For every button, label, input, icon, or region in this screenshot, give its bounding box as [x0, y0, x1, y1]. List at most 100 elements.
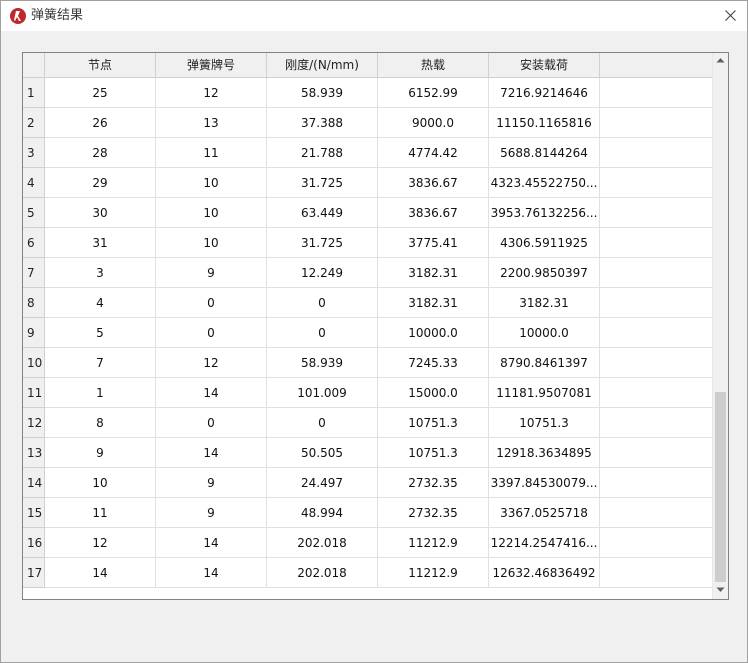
scroll-down-button[interactable]	[713, 583, 728, 598]
cell-stiffness[interactable]: 37.388	[267, 108, 378, 138]
cell-hot-load[interactable]: 3836.67	[378, 198, 489, 228]
row-header[interactable]: 12	[23, 408, 45, 438]
cell-install-load[interactable]: 12918.3634895	[489, 438, 600, 468]
cell-spring-grade[interactable]: 9	[156, 498, 267, 528]
cell-spring-grade[interactable]: 10	[156, 198, 267, 228]
row-header[interactable]: 8	[23, 288, 45, 318]
cell-node[interactable]: 9	[45, 438, 156, 468]
cell-stiffness[interactable]: 63.449	[267, 198, 378, 228]
cell-node[interactable]: 11	[45, 498, 156, 528]
cell-stiffness[interactable]: 202.018	[267, 558, 378, 588]
cell-spring-grade[interactable]: 0	[156, 408, 267, 438]
cell-spring-grade[interactable]: 10	[156, 168, 267, 198]
cell-node[interactable]: 12	[45, 528, 156, 558]
table-corner[interactable]	[23, 53, 45, 78]
cell-node[interactable]: 7	[45, 348, 156, 378]
cell-node[interactable]: 31	[45, 228, 156, 258]
cell-node[interactable]: 28	[45, 138, 156, 168]
table-row[interactable]: 1 25 12 58.939 6152.99 7216.9214646	[23, 78, 712, 108]
cell-spring-grade[interactable]: 12	[156, 348, 267, 378]
cell-stiffness[interactable]: 0	[267, 288, 378, 318]
row-header[interactable]: 15	[23, 498, 45, 528]
cell-spring-grade[interactable]: 9	[156, 258, 267, 288]
cell-hot-load[interactable]: 7245.33	[378, 348, 489, 378]
table-row[interactable]: 9 5 0 0 10000.0 10000.0	[23, 318, 712, 348]
cell-stiffness[interactable]: 0	[267, 318, 378, 348]
cell-stiffness[interactable]: 31.725	[267, 228, 378, 258]
cell-hot-load[interactable]: 9000.0	[378, 108, 489, 138]
cell-stiffness[interactable]: 24.497	[267, 468, 378, 498]
cell-spring-grade[interactable]: 14	[156, 528, 267, 558]
vertical-scrollbar[interactable]	[712, 53, 728, 599]
row-header[interactable]: 4	[23, 168, 45, 198]
cell-stiffness[interactable]: 58.939	[267, 78, 378, 108]
cell-install-load[interactable]: 10751.3	[489, 408, 600, 438]
cell-install-load[interactable]: 12632.46836492	[489, 558, 600, 588]
cell-stiffness[interactable]: 58.939	[267, 348, 378, 378]
cell-hot-load[interactable]: 6152.99	[378, 78, 489, 108]
cell-node[interactable]: 8	[45, 408, 156, 438]
scrollbar-track-region[interactable]	[715, 68, 726, 392]
cell-install-load[interactable]: 5688.8144264	[489, 138, 600, 168]
table-row[interactable]: 13 9 14 50.505 10751.3 12918.3634895	[23, 438, 712, 468]
cell-node[interactable]: 10	[45, 468, 156, 498]
table-row[interactable]: 8 4 0 0 3182.31 3182.31	[23, 288, 712, 318]
row-header[interactable]: 9	[23, 318, 45, 348]
table-row[interactable]: 16 12 14 202.018 11212.9 12214.2547416...	[23, 528, 712, 558]
cell-spring-grade[interactable]: 12	[156, 78, 267, 108]
row-header[interactable]: 1	[23, 78, 45, 108]
cell-install-load[interactable]: 3953.76132256...	[489, 198, 600, 228]
table-row[interactable]: 4 29 10 31.725 3836.67 4323.45522750...	[23, 168, 712, 198]
cell-hot-load[interactable]: 2732.35	[378, 498, 489, 528]
cell-stiffness[interactable]: 48.994	[267, 498, 378, 528]
column-header-node[interactable]: 节点	[45, 53, 156, 78]
cell-node[interactable]: 4	[45, 288, 156, 318]
table-row[interactable]: 14 10 9 24.497 2732.35 3397.84530079...	[23, 468, 712, 498]
cell-hot-load[interactable]: 10751.3	[378, 408, 489, 438]
cell-install-load[interactable]: 10000.0	[489, 318, 600, 348]
cell-install-load[interactable]: 8790.8461397	[489, 348, 600, 378]
cell-install-load[interactable]: 12214.2547416...	[489, 528, 600, 558]
cell-node[interactable]: 29	[45, 168, 156, 198]
scrollbar-thumb[interactable]	[715, 392, 726, 582]
cell-hot-load[interactable]: 10000.0	[378, 318, 489, 348]
row-header[interactable]: 2	[23, 108, 45, 138]
table-row[interactable]: 12 8 0 0 10751.3 10751.3	[23, 408, 712, 438]
table-row[interactable]: 7 3 9 12.249 3182.31 2200.9850397	[23, 258, 712, 288]
cell-install-load[interactable]: 4306.5911925	[489, 228, 600, 258]
row-header[interactable]: 7	[23, 258, 45, 288]
row-header[interactable]: 17	[23, 558, 45, 588]
cell-hot-load[interactable]: 15000.0	[378, 378, 489, 408]
cell-hot-load[interactable]: 3775.41	[378, 228, 489, 258]
table-row[interactable]: 5 30 10 63.449 3836.67 3953.76132256...	[23, 198, 712, 228]
cell-spring-grade[interactable]: 0	[156, 288, 267, 318]
cell-stiffness[interactable]: 21.788	[267, 138, 378, 168]
cell-hot-load[interactable]: 11212.9	[378, 558, 489, 588]
cell-stiffness[interactable]: 31.725	[267, 168, 378, 198]
cell-install-load[interactable]: 11150.1165816	[489, 108, 600, 138]
cell-install-load[interactable]: 7216.9214646	[489, 78, 600, 108]
column-header-stiffness[interactable]: 刚度/(N/mm)	[267, 53, 378, 78]
cell-install-load[interactable]: 11181.9507081	[489, 378, 600, 408]
cell-stiffness[interactable]: 101.009	[267, 378, 378, 408]
table-row[interactable]: 17 14 14 202.018 11212.9 12632.46836492	[23, 558, 712, 588]
cell-install-load[interactable]: 3367.0525718	[489, 498, 600, 528]
row-header[interactable]: 13	[23, 438, 45, 468]
cell-stiffness[interactable]: 12.249	[267, 258, 378, 288]
column-header-install-load[interactable]: 安装载荷	[489, 53, 600, 78]
cell-hot-load[interactable]: 11212.9	[378, 528, 489, 558]
row-header[interactable]: 11	[23, 378, 45, 408]
row-header[interactable]: 14	[23, 468, 45, 498]
row-header[interactable]: 10	[23, 348, 45, 378]
table-row[interactable]: 2 26 13 37.388 9000.0 11150.1165816	[23, 108, 712, 138]
scroll-up-button[interactable]	[713, 53, 728, 68]
cell-node[interactable]: 1	[45, 378, 156, 408]
cell-stiffness[interactable]: 202.018	[267, 528, 378, 558]
cell-spring-grade[interactable]: 11	[156, 138, 267, 168]
table-row[interactable]: 15 11 9 48.994 2732.35 3367.0525718	[23, 498, 712, 528]
cell-hot-load[interactable]: 4774.42	[378, 138, 489, 168]
cell-install-load[interactable]: 2200.9850397	[489, 258, 600, 288]
row-header[interactable]: 16	[23, 528, 45, 558]
cell-spring-grade[interactable]: 14	[156, 378, 267, 408]
row-header[interactable]: 3	[23, 138, 45, 168]
